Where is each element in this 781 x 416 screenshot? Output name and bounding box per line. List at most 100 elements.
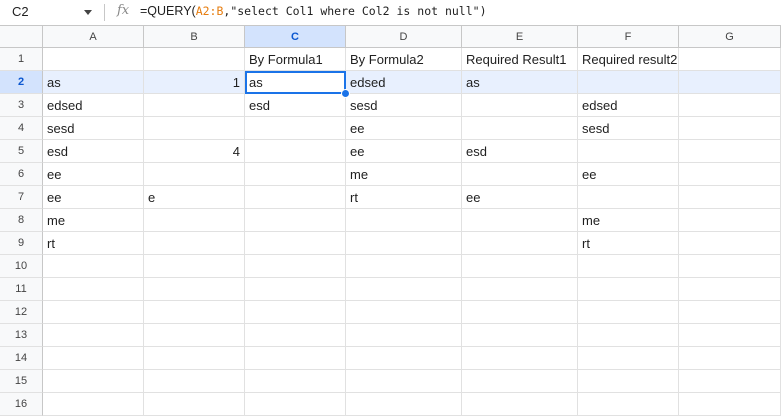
name-box-value[interactable]: C2 [12, 4, 29, 19]
cell-g11[interactable] [679, 278, 781, 301]
row-header-3[interactable]: 3 [0, 94, 43, 117]
cell-d1[interactable]: By Formula2 [346, 48, 462, 71]
cell-f7[interactable] [578, 186, 679, 209]
cell-c1[interactable]: By Formula1 [245, 48, 346, 71]
cell-b9[interactable] [144, 232, 245, 255]
cell-d10[interactable] [346, 255, 462, 278]
cell-c8[interactable] [245, 209, 346, 232]
cell-f12[interactable] [578, 301, 679, 324]
cell-b13[interactable] [144, 324, 245, 347]
cell-d14[interactable] [346, 347, 462, 370]
cell-b7[interactable]: e [144, 186, 245, 209]
cell-f9[interactable]: rt [578, 232, 679, 255]
cell-e16[interactable] [462, 393, 578, 416]
row-header-9[interactable]: 9 [0, 232, 43, 255]
cell-g1[interactable] [679, 48, 781, 71]
cell-b14[interactable] [144, 347, 245, 370]
column-header-g[interactable]: G [679, 26, 781, 48]
cell-f6[interactable]: ee [578, 163, 679, 186]
cell-d4[interactable]: ee [346, 117, 462, 140]
row-header-15[interactable]: 15 [0, 370, 43, 393]
name-box[interactable]: C2 [0, 0, 100, 25]
row-header-5[interactable]: 5 [0, 140, 43, 163]
row-header-13[interactable]: 13 [0, 324, 43, 347]
row-header-10[interactable]: 10 [0, 255, 43, 278]
row-header-12[interactable]: 12 [0, 301, 43, 324]
cell-d8[interactable] [346, 209, 462, 232]
row-header-14[interactable]: 14 [0, 347, 43, 370]
cell-c14[interactable] [245, 347, 346, 370]
column-header-e[interactable]: E [462, 26, 578, 48]
row-header-11[interactable]: 11 [0, 278, 43, 301]
cell-f3[interactable]: edsed [578, 94, 679, 117]
cell-e14[interactable] [462, 347, 578, 370]
column-header-b[interactable]: B [144, 26, 245, 48]
cell-g15[interactable] [679, 370, 781, 393]
cell-b16[interactable] [144, 393, 245, 416]
cell-b3[interactable] [144, 94, 245, 117]
cell-c16[interactable] [245, 393, 346, 416]
cell-f10[interactable] [578, 255, 679, 278]
cell-a4[interactable]: sesd [43, 117, 144, 140]
cell-g5[interactable] [679, 140, 781, 163]
cell-f14[interactable] [578, 347, 679, 370]
cell-e13[interactable] [462, 324, 578, 347]
cell-c7[interactable] [245, 186, 346, 209]
cell-a13[interactable] [43, 324, 144, 347]
cell-b6[interactable] [144, 163, 245, 186]
cell-e10[interactable] [462, 255, 578, 278]
cell-g13[interactable] [679, 324, 781, 347]
cell-c15[interactable] [245, 370, 346, 393]
cell-f2[interactable] [578, 71, 679, 94]
cell-c5[interactable] [245, 140, 346, 163]
cell-a2[interactable]: as [43, 71, 144, 94]
cell-a3[interactable]: edsed [43, 94, 144, 117]
cell-a5[interactable]: esd [43, 140, 144, 163]
cell-d5[interactable]: ee [346, 140, 462, 163]
cell-d7[interactable]: rt [346, 186, 462, 209]
cell-b12[interactable] [144, 301, 245, 324]
column-header-c[interactable]: C [245, 26, 346, 48]
cell-g16[interactable] [679, 393, 781, 416]
cell-b10[interactable] [144, 255, 245, 278]
cell-a11[interactable] [43, 278, 144, 301]
cell-e9[interactable] [462, 232, 578, 255]
cell-g8[interactable] [679, 209, 781, 232]
cell-a1[interactable] [43, 48, 144, 71]
cell-d6[interactable]: me [346, 163, 462, 186]
cell-c10[interactable] [245, 255, 346, 278]
cell-f13[interactable] [578, 324, 679, 347]
select-all-corner[interactable] [0, 26, 43, 48]
cell-d11[interactable] [346, 278, 462, 301]
cell-e3[interactable] [462, 94, 578, 117]
fill-handle[interactable] [341, 89, 350, 98]
cell-f4[interactable]: sesd [578, 117, 679, 140]
cell-g3[interactable] [679, 94, 781, 117]
row-header-2[interactable]: 2 [0, 71, 43, 94]
cell-c6[interactable] [245, 163, 346, 186]
row-header-1[interactable]: 1 [0, 48, 43, 71]
cell-e8[interactable] [462, 209, 578, 232]
cell-f16[interactable] [578, 393, 679, 416]
cell-d9[interactable] [346, 232, 462, 255]
cell-a12[interactable] [43, 301, 144, 324]
cell-g9[interactable] [679, 232, 781, 255]
cell-c13[interactable] [245, 324, 346, 347]
cell-b11[interactable] [144, 278, 245, 301]
cell-a15[interactable] [43, 370, 144, 393]
row-header-8[interactable]: 8 [0, 209, 43, 232]
cell-d16[interactable] [346, 393, 462, 416]
row-header-16[interactable]: 16 [0, 393, 43, 416]
cell-a8[interactable]: me [43, 209, 144, 232]
cell-g7[interactable] [679, 186, 781, 209]
column-header-d[interactable]: D [346, 26, 462, 48]
cell-e11[interactable] [462, 278, 578, 301]
formula-input[interactable]: =QUERY(A2:B,"select Col1 where Col2 is n… [140, 4, 487, 18]
cell-e15[interactable] [462, 370, 578, 393]
cell-g14[interactable] [679, 347, 781, 370]
cell-f5[interactable] [578, 140, 679, 163]
cell-a14[interactable] [43, 347, 144, 370]
cell-d3[interactable]: sesd [346, 94, 462, 117]
cell-c12[interactable] [245, 301, 346, 324]
cell-e7[interactable]: ee [462, 186, 578, 209]
